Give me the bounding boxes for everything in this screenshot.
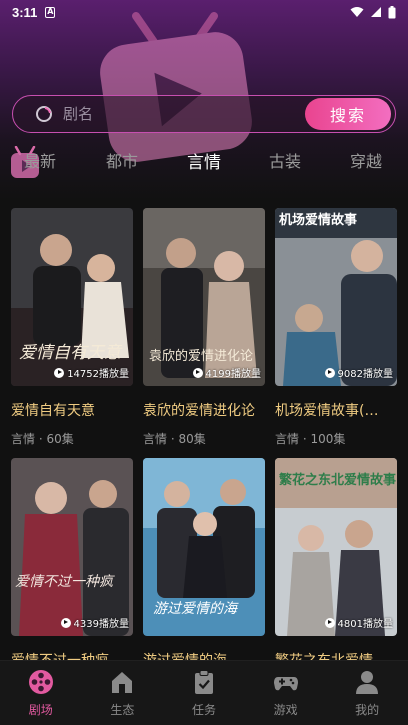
search-bar: 搜索: [12, 95, 396, 133]
tab-romance[interactable]: 言情: [187, 148, 221, 173]
drama-title: 袁欣的爱情进化论: [143, 403, 255, 419]
poster-image: 繁花之东北爱情故事: [275, 458, 397, 636]
play-count-text: 9082播放量: [337, 369, 393, 380]
drama-card[interactable]: 机场爱情故事 9082播放量 机场爱情故事(… 言情 · 100集: [275, 208, 397, 447]
film-reel-icon: [28, 670, 53, 694]
drama-poster[interactable]: 爱情自有天意 14752播放量: [11, 208, 133, 386]
poster-image: 爱情不过一种疯: [11, 458, 133, 636]
play-count-text: 4801播放量: [337, 619, 393, 630]
signal-icon: [371, 7, 381, 17]
clipboard-check-icon: [194, 670, 213, 694]
drama-poster[interactable]: 机场爱情故事 9082播放量: [275, 208, 397, 386]
play-icon: [324, 617, 335, 628]
notification-icon: A: [45, 6, 56, 18]
nav-label: 生态: [110, 703, 135, 717]
status-icons: [350, 5, 396, 19]
battery-icon: [388, 5, 396, 18]
tab-time-travel[interactable]: 穿越: [350, 148, 382, 172]
status-time: 3:11: [12, 4, 38, 20]
wifi-icon: [350, 7, 364, 17]
bottom-navigation: 剧场 生态 任务 游戏 我的: [0, 660, 408, 725]
drama-card[interactable]: 爱情自有天意 14752播放量 爱情自有天意 言情 · 60集: [11, 208, 133, 447]
play-count: 4339播放量: [60, 615, 129, 630]
nav-profile[interactable]: 我的: [326, 661, 408, 725]
search-icon: [36, 106, 52, 122]
drama-poster[interactable]: 袁欣的爱情进化论 4199播放量: [143, 208, 265, 386]
nav-theater[interactable]: 剧场: [0, 661, 82, 725]
play-icon: [60, 617, 71, 628]
person-icon: [356, 671, 379, 694]
nav-label: 剧场: [28, 703, 53, 717]
play-count: 9082播放量: [324, 365, 393, 380]
nav-tasks[interactable]: 任务: [163, 661, 245, 725]
play-count-text: 14752播放量: [67, 369, 129, 380]
poster-image: 机场爱情故事: [275, 208, 397, 386]
play-icon: [54, 367, 65, 378]
play-count-text: 4199播放量: [205, 369, 261, 380]
poster-image: 袁欣的爱情进化论: [143, 208, 265, 386]
category-tabs: 最新 都市 言情 古装 穿越: [0, 148, 408, 178]
play-count-text: 4339播放量: [73, 619, 129, 630]
tab-latest[interactable]: 最新: [24, 148, 56, 172]
drama-poster[interactable]: 繁花之东北爱情故事 4801播放量: [275, 458, 397, 636]
drama-card[interactable]: 袁欣的爱情进化论 4199播放量 袁欣的爱情进化论 言情 · 80集: [143, 208, 265, 447]
poster-title-text: 爱情自有天意: [19, 343, 123, 363]
drama-title: 爱情自有天意: [11, 403, 95, 419]
drama-meta: 言情 · 60集: [11, 432, 74, 446]
nav-ecosystem[interactable]: 生态: [82, 661, 164, 725]
tab-city[interactable]: 都市: [106, 148, 138, 172]
play-count: 14752播放量: [54, 365, 129, 380]
tv-logo-icon: [100, 12, 252, 162]
nav-label: 任务: [191, 703, 216, 717]
search-input[interactable]: [63, 105, 305, 123]
nav-games[interactable]: 游戏: [245, 661, 327, 725]
tab-costume[interactable]: 古装: [269, 148, 301, 172]
drama-title: 机场爱情故事(…: [275, 403, 379, 419]
drama-meta: 言情 · 100集: [275, 432, 346, 446]
poster-image: 爱情自有天意: [11, 208, 133, 386]
drama-poster[interactable]: 游过爱情的海: [143, 458, 265, 636]
play-icon: [324, 367, 335, 378]
poster-title-text: 繁花之东北爱情故事: [279, 472, 396, 488]
poster-title-text: 爱情不过一种疯: [15, 574, 115, 590]
drama-card[interactable]: 爱情不过一种疯 4339播放量 爱情不过一种疯: [11, 458, 133, 680]
poster-image: 游过爱情的海: [143, 458, 265, 636]
poster-title-text: 游过爱情的海: [153, 601, 239, 617]
nav-label: 我的: [355, 703, 380, 717]
poster-title-text: 机场爱情故事: [279, 212, 357, 228]
drama-card[interactable]: 游过爱情的海 游过爱情的海: [143, 458, 265, 680]
drama-meta: 言情 · 80集: [143, 432, 206, 446]
drama-poster[interactable]: 爱情不过一种疯 4339播放量: [11, 458, 133, 636]
play-icon: [192, 367, 203, 378]
gamepad-icon: [273, 677, 298, 691]
home-icon: [112, 672, 133, 693]
poster-title-text: 袁欣的爱情进化论: [149, 348, 253, 364]
drama-card[interactable]: 繁花之东北爱情故事 4801播放量 繁花之东北爱情故事: [275, 458, 397, 680]
play-count: 4199播放量: [192, 365, 261, 380]
search-button[interactable]: 搜索: [305, 98, 391, 130]
play-count: 4801播放量: [324, 615, 393, 630]
nav-label: 游戏: [273, 703, 298, 717]
